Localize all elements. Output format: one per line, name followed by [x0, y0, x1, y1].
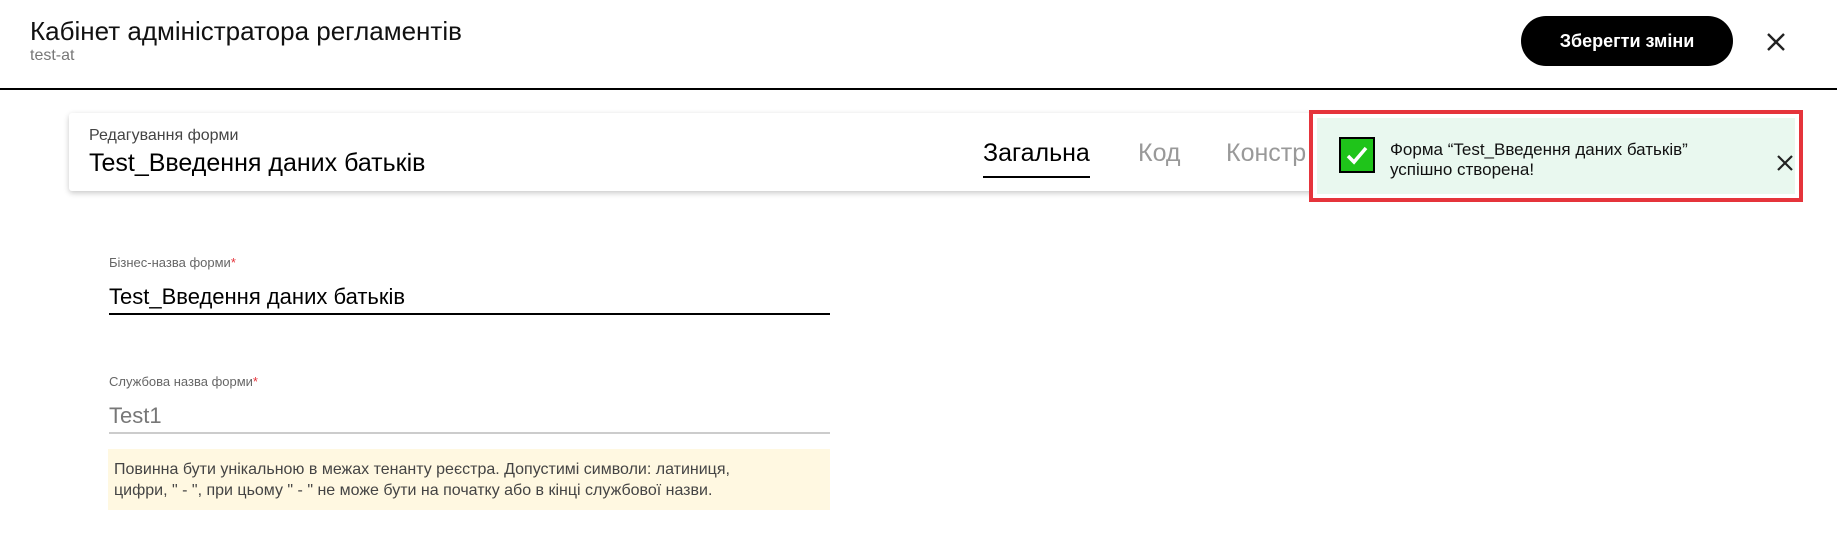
toast-body: Форма “Test_Введення даних батьків” успі…	[1317, 118, 1795, 194]
hint-line1: Повинна бути унікальною в межах тенанту …	[114, 461, 730, 478]
close-icon[interactable]	[1774, 152, 1796, 174]
success-toast: Форма “Test_Введення даних батьків” успі…	[1309, 110, 1803, 202]
card-label: Редагування форми	[89, 127, 239, 144]
top-bar: Кабінет адміністратора регламентів test-…	[0, 0, 1837, 90]
toast-message-line2: успішно створена!	[1390, 160, 1535, 179]
save-changes-button[interactable]: Зберегти зміни	[1521, 16, 1733, 66]
service-name-hint: Повинна бути унікальною в межах тенанту …	[108, 449, 830, 510]
service-name-label: Службова назва форми*	[109, 374, 258, 389]
required-marker: *	[230, 255, 236, 270]
close-icon[interactable]	[1762, 28, 1790, 56]
toast-message: Форма “Test_Введення даних батьків” успі…	[1390, 140, 1688, 180]
hint-line2: цифри, " - ", при цьому " - " не може бу…	[114, 482, 713, 499]
business-name-label-text: Бізнес-назва форми	[109, 255, 231, 270]
check-icon	[1339, 137, 1375, 173]
service-name-input[interactable]	[109, 400, 830, 434]
required-marker: *	[252, 374, 258, 389]
business-name-label: Бізнес-назва форми*	[109, 255, 236, 270]
service-name-label-text: Службова назва форми	[109, 374, 253, 389]
app-subtitle: test-at	[30, 47, 75, 64]
business-name-input[interactable]	[109, 281, 830, 315]
toast-message-line1: Форма “Test_Введення даних батьків”	[1390, 140, 1688, 159]
tab-general[interactable]: Загальна	[983, 139, 1090, 178]
tab-constructor[interactable]: Констр	[1226, 139, 1306, 168]
form-title: Test_Введення даних батьків	[89, 149, 426, 177]
tab-code[interactable]: Код	[1138, 139, 1181, 168]
app-title: Кабінет адміністратора регламентів	[30, 16, 462, 46]
